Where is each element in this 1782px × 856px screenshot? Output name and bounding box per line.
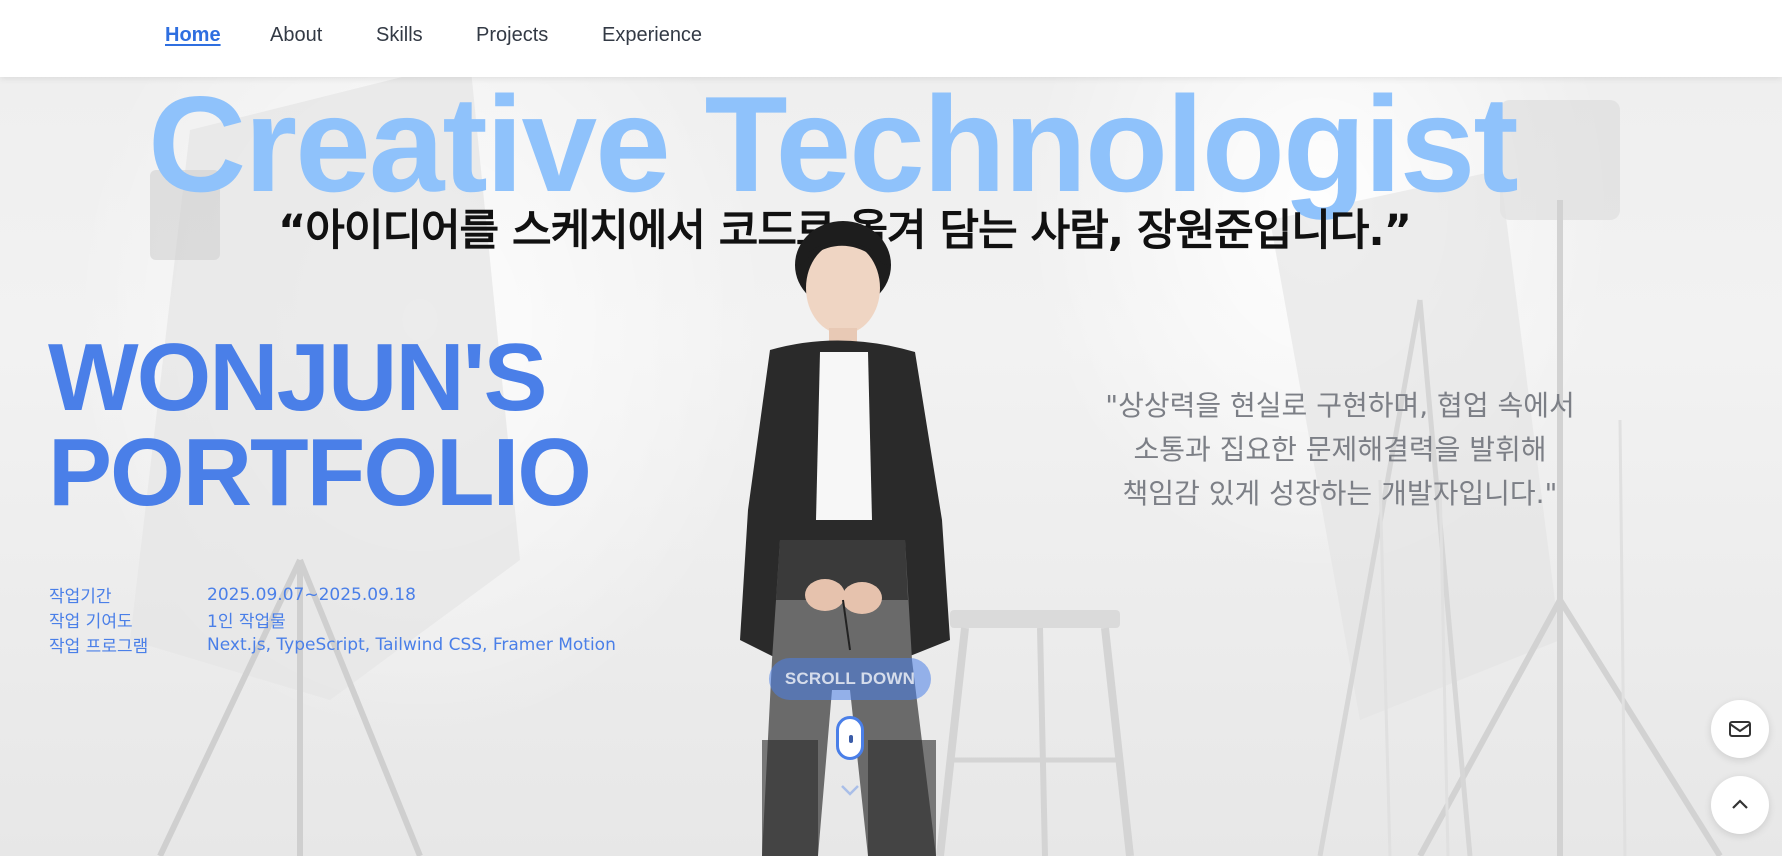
nav-skills[interactable]: Skills	[376, 24, 423, 47]
mouse-scroll-icon	[836, 716, 864, 760]
scroll-to-top-button[interactable]	[1711, 776, 1769, 834]
scroll-down-button[interactable]: SCROLL DOWN	[769, 658, 931, 700]
profile-photo	[740, 221, 950, 856]
meta-row: 작업기간 2025.09.07~2025.09.18	[49, 582, 616, 608]
chevron-down-icon	[841, 785, 859, 796]
meta-value: Next.js, TypeScript, Tailwind CSS, Frame…	[207, 634, 616, 655]
meta-key: 작업기간	[49, 587, 112, 607]
project-meta: 작업기간 2025.09.07~2025.09.18 작업 기여도 1인 작업물…	[49, 582, 616, 658]
nav-home[interactable]: Home	[165, 24, 221, 47]
meta-key: 작업 프로그램	[49, 637, 149, 657]
bio-line-2: 소통과 집요한 문제해결력을 발휘해	[1133, 433, 1547, 466]
meta-value: 2025.09.07~2025.09.18	[207, 584, 416, 605]
hero-title: Creative Technologist	[148, 68, 1519, 220]
meta-key: 작업 기여도	[49, 612, 133, 632]
top-nav: Home About Skills Projects Experience	[0, 0, 1782, 77]
portfolio-line-1: WONJUN'S	[48, 324, 548, 431]
nav-projects[interactable]: Projects	[476, 24, 548, 47]
contact-mail-button[interactable]	[1711, 700, 1769, 758]
meta-value: 1인 작업물	[207, 612, 286, 632]
meta-row: 작업 기여도 1인 작업물	[49, 607, 616, 632]
nav-about[interactable]: About	[270, 24, 322, 47]
chevron-up-icon	[1732, 799, 1748, 809]
mail-icon	[1729, 721, 1751, 737]
bio-line-3: 책임감 있게 성장하는 개발자입니다."	[1122, 477, 1558, 510]
meta-row: 작업 프로그램 Next.js, TypeScript, Tailwind CS…	[49, 632, 616, 658]
bio-line-1: "상상력을 현실로 구현하며, 협업 속에서	[1105, 389, 1575, 422]
nav-experience[interactable]: Experience	[602, 24, 702, 47]
portfolio-heading: WONJUN'S PORTFOLIO	[48, 324, 592, 526]
portfolio-line-2: PORTFOLIO	[48, 419, 592, 526]
bio-quote: "상상력을 현실로 구현하며, 협업 속에서 소통과 집요한 문제해결력을 발휘…	[1040, 384, 1640, 516]
